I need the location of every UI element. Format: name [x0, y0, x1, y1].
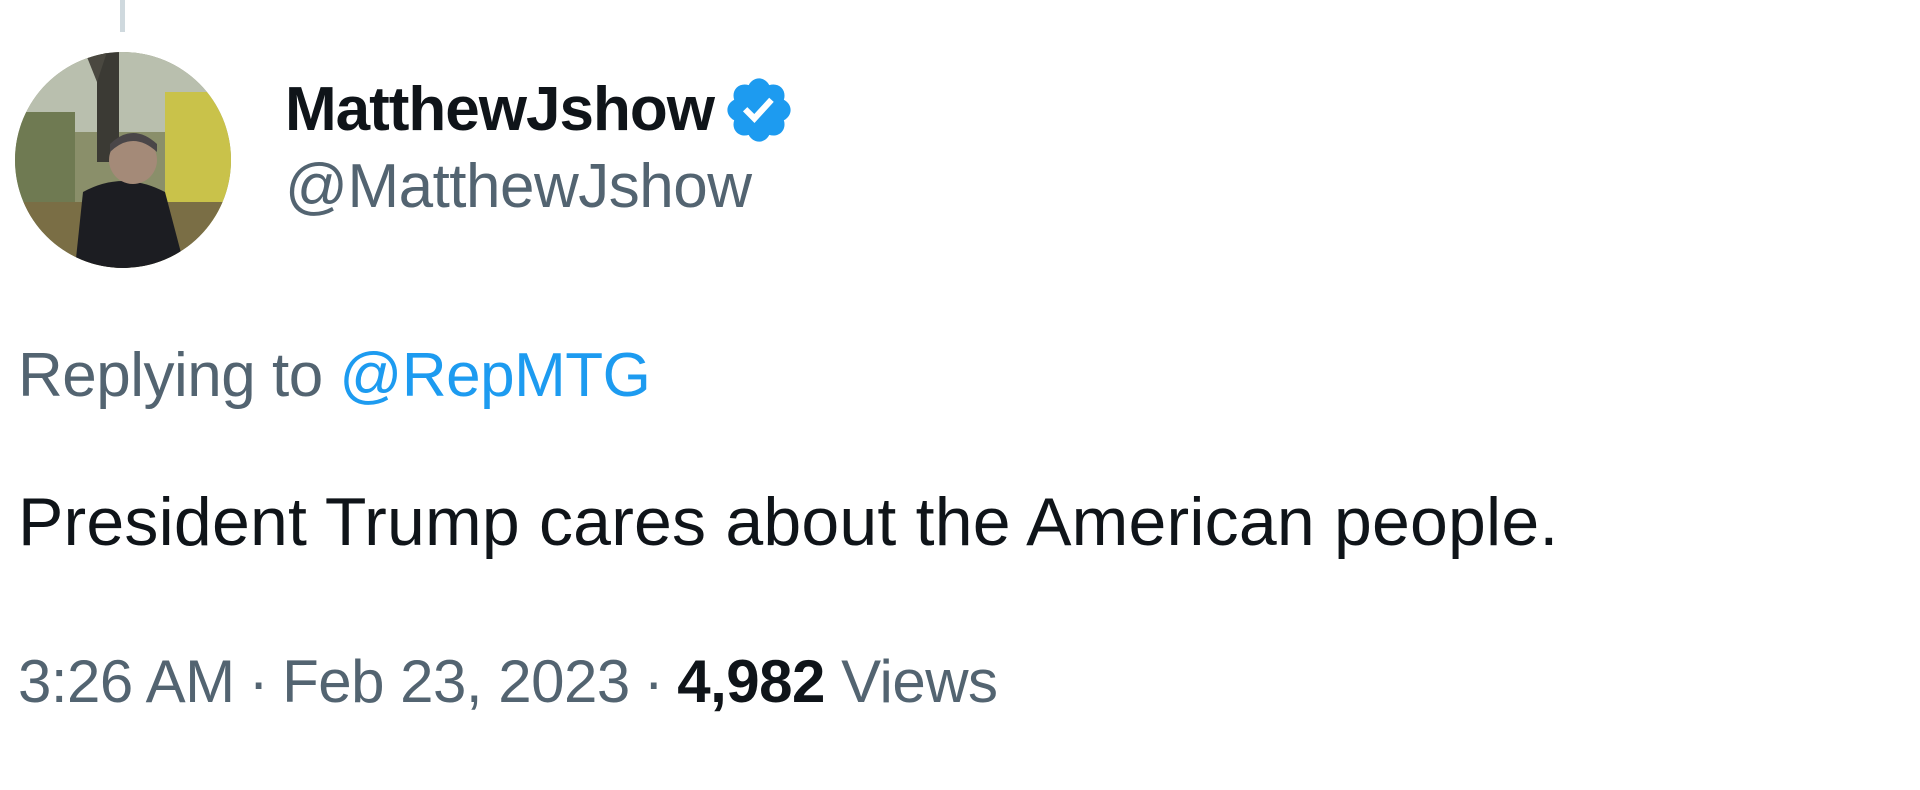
meta-separator: ·	[248, 648, 269, 715]
replying-to-line: Replying to @RepMTG	[18, 345, 651, 407]
views-link[interactable]: 4,982 Views	[677, 648, 998, 715]
display-name[interactable]: MatthewJshow	[285, 79, 715, 141]
tweet-date: Feb 23, 2023	[282, 648, 630, 715]
views-count: 4,982	[677, 648, 825, 715]
thread-connector-line	[120, 0, 125, 32]
tweet-text: President Trump cares about the American…	[18, 484, 1559, 560]
avatar[interactable]	[15, 52, 231, 268]
tweet-detail: MatthewJshow @MatthewJshow Replying to @…	[0, 0, 1920, 790]
tweet-time: 3:26 AM	[18, 648, 235, 715]
author-block: MatthewJshow @MatthewJshow	[285, 70, 796, 218]
reply-target-link[interactable]: @RepMTG	[339, 341, 650, 410]
replying-to-label: Replying to	[18, 341, 323, 410]
tweet-time-link[interactable]: 3:26 AM · Feb 23, 2023	[18, 648, 630, 715]
display-name-row: MatthewJshow	[285, 70, 796, 150]
views-label: Views	[841, 648, 998, 715]
tweet-meta: 3:26 AM · Feb 23, 2023 · 4,982 Views	[18, 652, 998, 712]
profile-photo-icon	[15, 52, 231, 268]
verified-badge-icon[interactable]	[722, 73, 796, 147]
meta-separator: ·	[643, 648, 664, 715]
user-handle[interactable]: @MatthewJshow	[285, 156, 796, 218]
